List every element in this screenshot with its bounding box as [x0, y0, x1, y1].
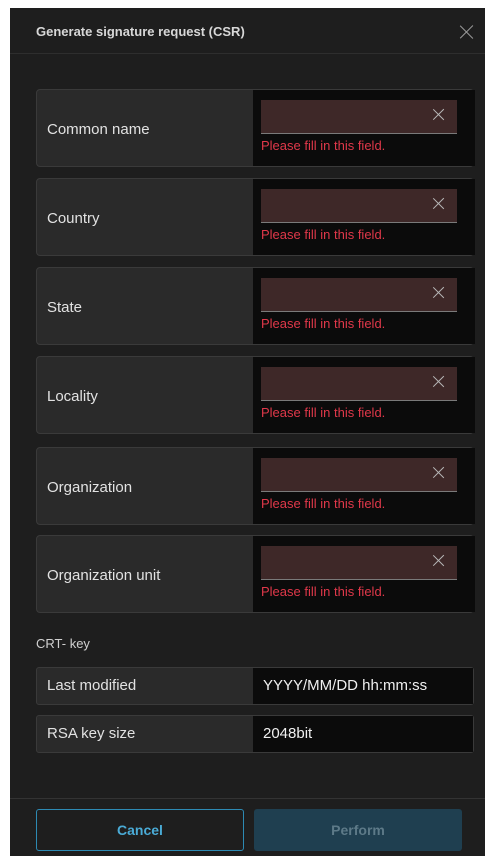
field-row-common-name: Common name Please fill in this field. — [36, 89, 475, 167]
common-name-label: Common name — [47, 121, 150, 138]
organization-unit-clear-icon[interactable] — [432, 554, 446, 568]
state-clear-icon[interactable] — [432, 286, 446, 300]
country-value-cell: Please fill in this field. — [253, 179, 475, 255]
country-clear-icon[interactable] — [432, 197, 446, 211]
dialog-footer: Cancel Perform — [10, 798, 485, 856]
field-row-organization-unit: Organization unit Please fill in this fi… — [36, 535, 475, 613]
locality-clear-icon[interactable] — [432, 375, 446, 389]
organization-unit-input[interactable] — [261, 546, 457, 580]
organization-unit-value-cell: Please fill in this field. — [253, 536, 475, 612]
country-label: Country — [47, 210, 100, 227]
field-row-state: State Please fill in this field. — [36, 267, 475, 345]
state-input[interactable] — [261, 278, 457, 312]
organization-value-cell: Please fill in this field. — [253, 448, 475, 524]
rsa-key-size-value: 2048bit — [263, 725, 313, 742]
organization-unit-label: Organization unit — [47, 567, 161, 584]
last-modified-row: Last modified YYYY/MM/DD hh:mm:ss — [36, 667, 474, 705]
close-icon[interactable] — [459, 24, 475, 40]
organization-error: Please fill in this field. — [261, 496, 386, 511]
locality-input[interactable] — [261, 367, 457, 401]
organization-unit-error: Please fill in this field. — [261, 584, 386, 599]
state-label: State — [47, 299, 83, 316]
state-value-cell: Please fill in this field. — [253, 268, 475, 344]
last-modified-value-cell: YYYY/MM/DD hh:mm:ss — [253, 668, 473, 704]
common-name-input[interactable] — [261, 100, 457, 134]
organization-input[interactable] — [261, 458, 457, 492]
rsa-key-size-row: RSA key size 2048bit — [36, 715, 474, 753]
common-name-error: Please fill in this field. — [261, 138, 386, 153]
common-name-clear-icon[interactable] — [432, 108, 446, 122]
field-row-organization: Organization Please fill in this field. — [36, 447, 475, 525]
crt-key-section-title: CRT- key — [36, 636, 90, 651]
cancel-button[interactable]: Cancel — [36, 809, 244, 851]
common-name-value-cell: Please fill in this field. — [253, 90, 475, 166]
state-error: Please fill in this field. — [261, 316, 386, 331]
locality-error: Please fill in this field. — [261, 405, 386, 420]
field-row-locality: Locality Please fill in this field. — [36, 356, 475, 434]
organization-label: Organization — [47, 479, 133, 496]
country-error: Please fill in this field. — [261, 227, 386, 242]
dialog-header: Generate signature request (CSR) — [10, 8, 485, 54]
last-modified-value: YYYY/MM/DD hh:mm:ss — [263, 677, 428, 694]
locality-value-cell: Please fill in this field. — [253, 357, 475, 433]
perform-button[interactable]: Perform — [254, 809, 462, 851]
locality-label: Locality — [47, 388, 98, 405]
last-modified-label: Last modified — [47, 677, 137, 694]
csr-dialog: Generate signature request (CSR) Common … — [10, 8, 485, 856]
rsa-key-size-value-cell: 2048bit — [253, 716, 473, 752]
rsa-key-size-label: RSA key size — [47, 725, 136, 742]
country-input[interactable] — [261, 189, 457, 223]
dialog-title: Generate signature request (CSR) — [36, 24, 245, 39]
field-row-country: Country Please fill in this field. — [36, 178, 475, 256]
organization-clear-icon[interactable] — [432, 466, 446, 480]
